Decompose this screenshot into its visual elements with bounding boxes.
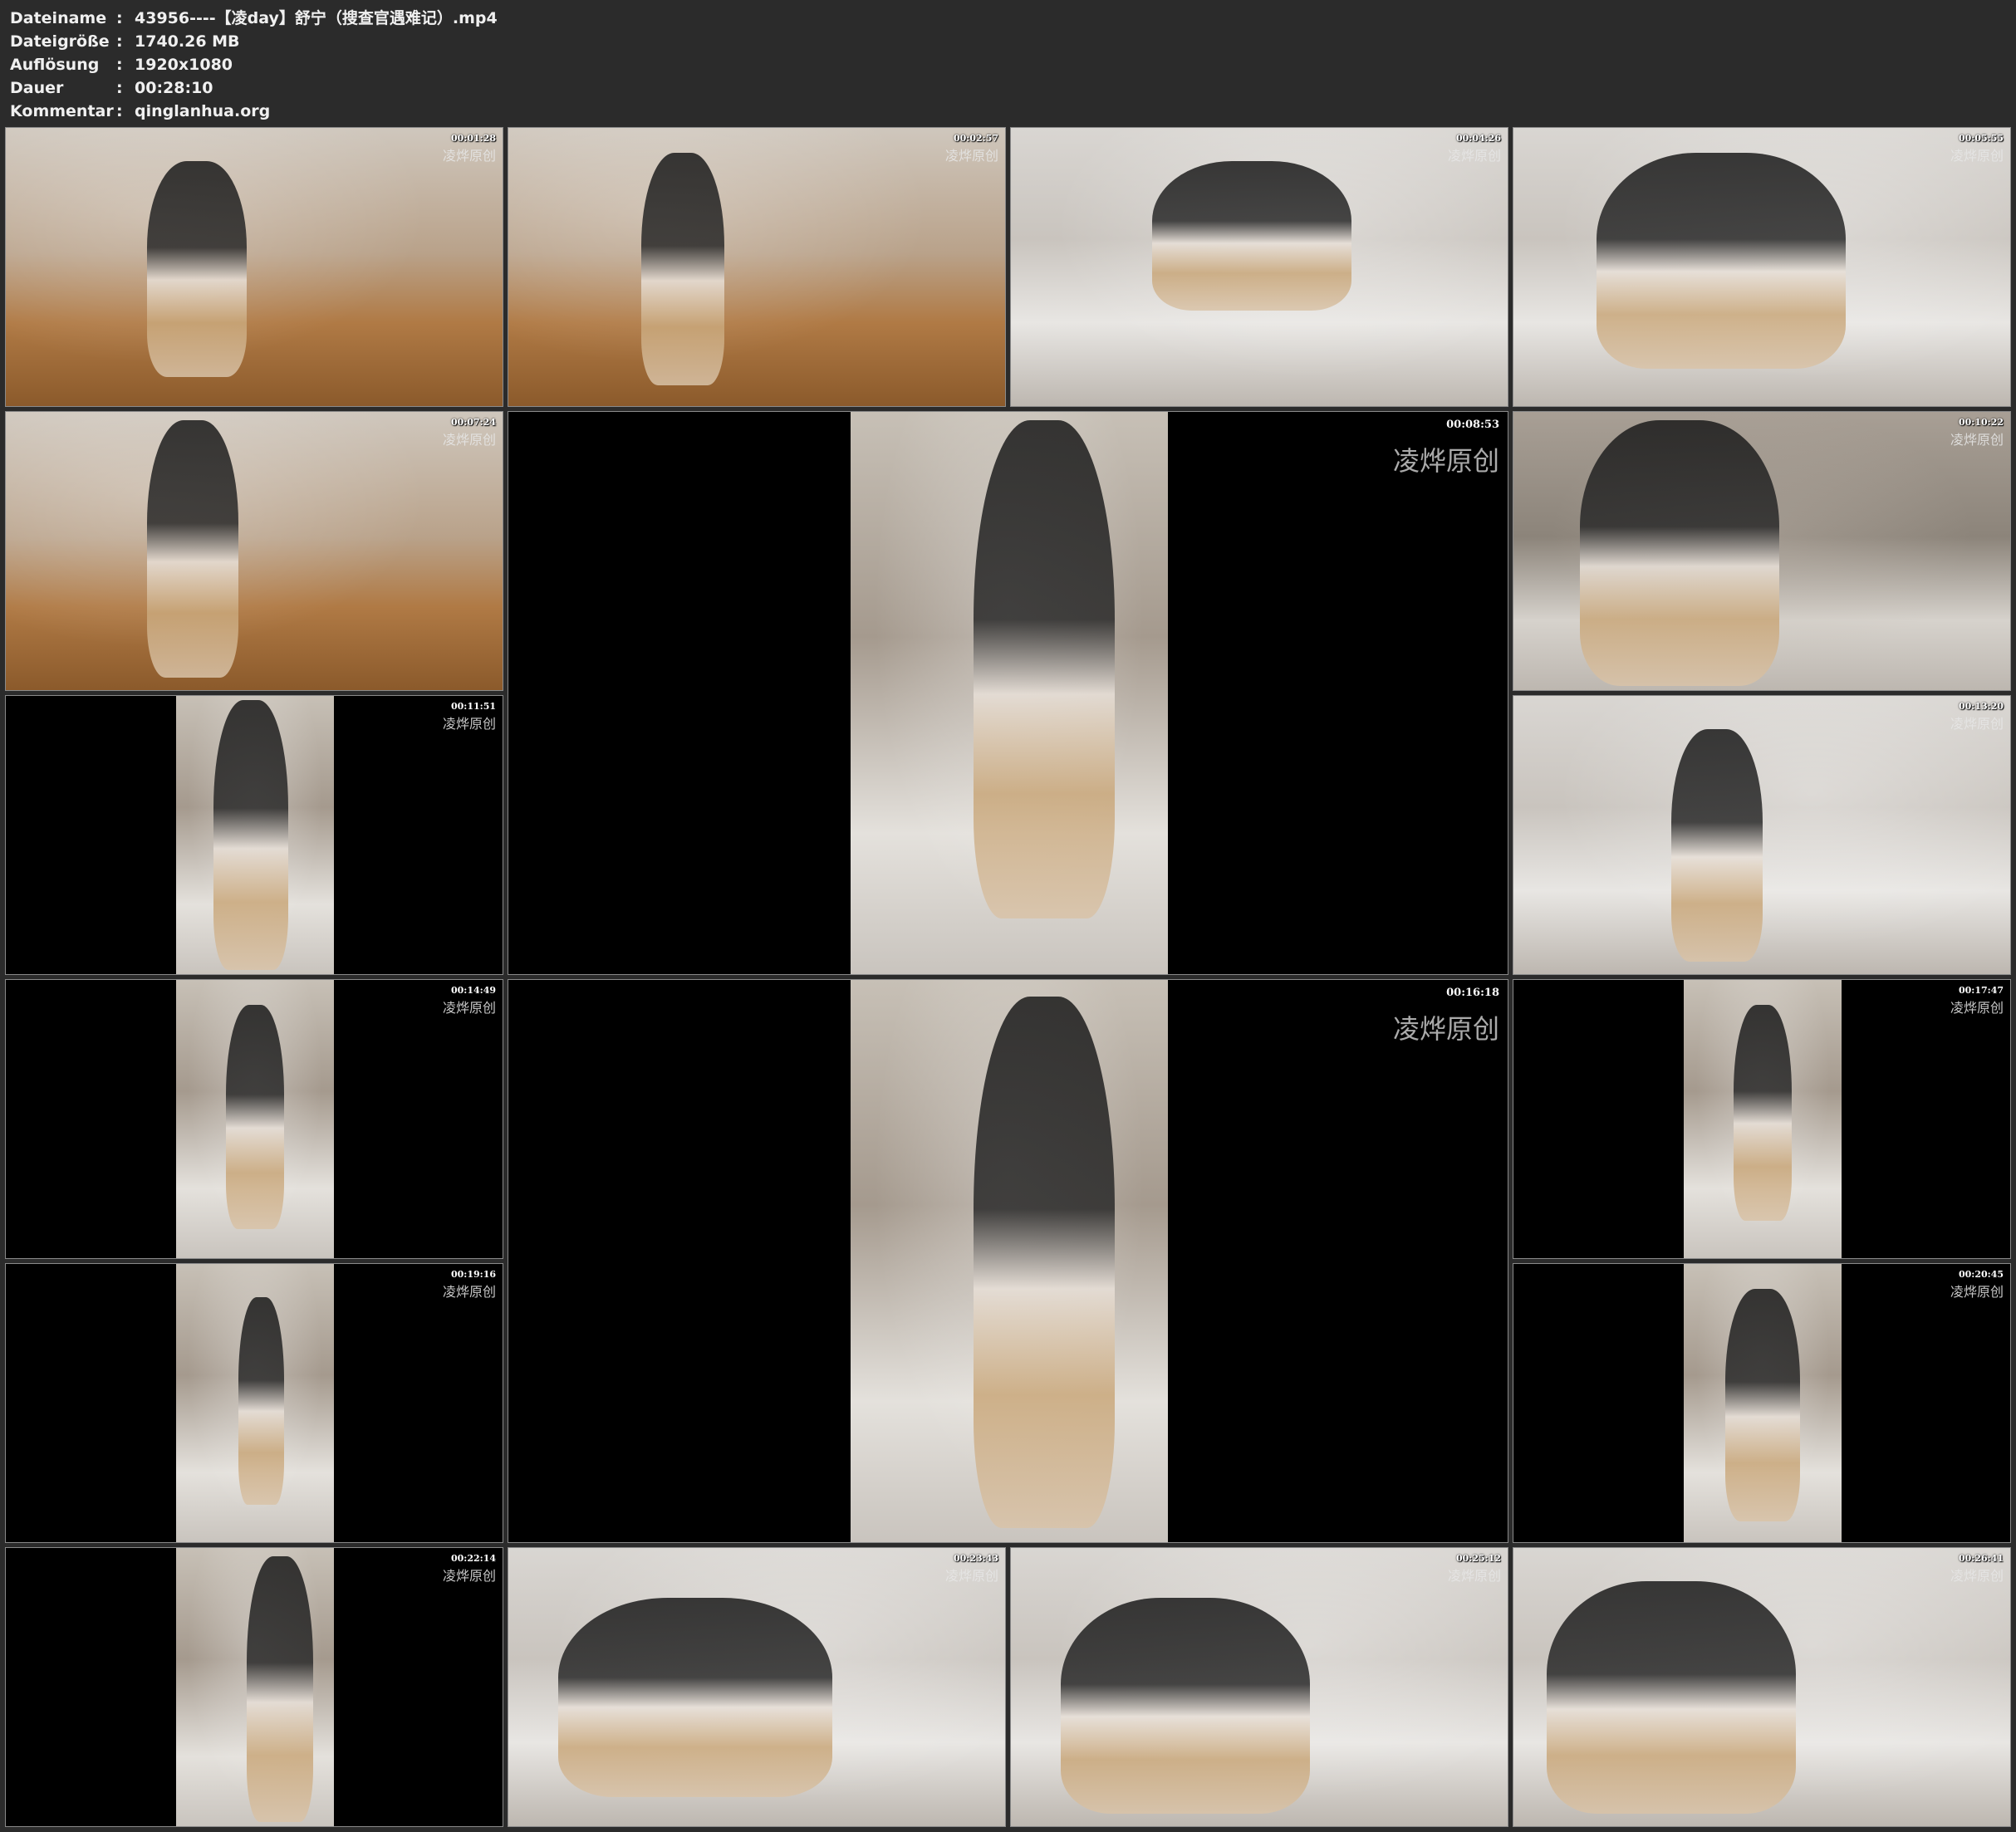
info-key: Auflösung xyxy=(10,56,100,74)
video-thumbnail[interactable]: 00:14:49 凌烨原创 xyxy=(5,979,503,1259)
video-thumbnail[interactable]: 00:23:43 凌烨原创 xyxy=(508,1547,1006,1827)
thumbnail-subject xyxy=(1725,1289,1800,1521)
timestamp-label: 00:01:28 xyxy=(450,133,496,144)
file-info-panel: Dateiname : 43956----【凌day】舒宁（搜查官遇难记）.mp… xyxy=(10,7,498,123)
watermark-label: 凌烨原创 xyxy=(1447,148,1501,164)
timestamp-label: 00:05:55 xyxy=(1958,133,2004,144)
thumbnail-subject xyxy=(974,997,1115,1528)
video-thumbnail[interactable]: 00:13:20 凌烨原创 xyxy=(1513,695,2011,975)
info-value-filename: 43956----【凌day】舒宁（搜查官遇难记）.mp4 xyxy=(135,9,498,27)
video-thumbnail[interactable]: 00:10:22 凌烨原创 xyxy=(1513,411,2011,691)
timestamp-label: 00:26:41 xyxy=(1958,1553,2004,1564)
thumbnail-subject xyxy=(1671,729,1763,962)
video-thumbnail[interactable]: 00:16:18 凌烨原创 xyxy=(508,979,1508,1543)
info-value-comment: qinglanhua.org xyxy=(135,102,271,120)
timestamp-label: 00:14:49 xyxy=(450,985,496,996)
watermark-label: 凌烨原创 xyxy=(1392,445,1499,477)
info-separator: : xyxy=(116,102,123,120)
thumbnail-subject xyxy=(247,1556,313,1822)
video-thumbnail[interactable]: 00:08:53 凌烨原创 xyxy=(508,411,1508,975)
info-row-comment: Kommentar : qinglanhua.org xyxy=(10,100,498,123)
video-thumbnail[interactable]: 00:11:51 凌烨原创 xyxy=(5,695,503,975)
info-separator: : xyxy=(116,79,123,97)
thumbnail-image xyxy=(6,128,503,406)
thumbnail-subject xyxy=(1547,1581,1796,1814)
info-value-filesize: 1740.26 MB xyxy=(135,32,240,51)
watermark-label: 凌烨原创 xyxy=(1950,716,2004,732)
watermark-label: 凌烨原创 xyxy=(944,1568,998,1584)
watermark-label: 凌烨原创 xyxy=(1950,1000,2004,1016)
info-row-resolution: Auflösung : 1920x1080 xyxy=(10,53,498,76)
thumbnail-subject xyxy=(147,161,247,377)
info-key: Dateigröße xyxy=(10,32,110,51)
watermark-label: 凌烨原创 xyxy=(944,148,998,164)
watermark-label: 凌烨原创 xyxy=(442,432,496,448)
timestamp-label: 00:22:14 xyxy=(450,1553,496,1564)
video-thumbnail[interactable]: 00:25:12 凌烨原创 xyxy=(1010,1547,1508,1827)
info-separator: : xyxy=(116,32,123,51)
timestamp-label: 00:07:24 xyxy=(450,417,496,428)
info-value-duration: 00:28:10 xyxy=(135,79,213,97)
timestamp-label: 00:02:57 xyxy=(953,133,998,144)
thumbnail-subject xyxy=(974,420,1115,918)
timestamp-label: 00:17:47 xyxy=(1958,985,2004,996)
video-thumbnail[interactable]: 00:05:55 凌烨原创 xyxy=(1513,127,2011,407)
watermark-label: 凌烨原创 xyxy=(1447,1568,1501,1584)
timestamp-label: 00:04:26 xyxy=(1455,133,1501,144)
watermark-label: 凌烨原创 xyxy=(442,1568,496,1584)
watermark-label: 凌烨原创 xyxy=(1950,148,2004,164)
info-key: Dateiname xyxy=(10,9,107,27)
video-thumbnail[interactable]: 00:22:14 凌烨原创 xyxy=(5,1547,503,1827)
watermark-label: 凌烨原创 xyxy=(1950,1284,2004,1300)
thumbnail-image xyxy=(508,128,1005,406)
timestamp-label: 00:13:20 xyxy=(1958,701,2004,712)
video-thumbnail[interactable]: 00:04:26 凌烨原创 xyxy=(1010,127,1508,407)
video-thumbnail[interactable]: 00:20:45 凌烨原创 xyxy=(1513,1263,2011,1543)
watermark-label: 凌烨原创 xyxy=(1950,1568,2004,1584)
video-thumbnail[interactable]: 00:17:47 凌烨原创 xyxy=(1513,979,2011,1259)
info-separator: : xyxy=(116,56,123,74)
timestamp-label: 00:11:51 xyxy=(450,701,496,712)
thumbnail-subject xyxy=(1061,1598,1310,1814)
watermark-label: 凌烨原创 xyxy=(1392,1013,1499,1045)
thumbnail-subject xyxy=(1152,161,1351,311)
watermark-label: 凌烨原创 xyxy=(1950,432,2004,448)
info-row-filesize: Dateigröße : 1740.26 MB xyxy=(10,30,498,53)
watermark-label: 凌烨原创 xyxy=(442,1000,496,1016)
info-value-resolution: 1920x1080 xyxy=(135,56,233,74)
thumbnail-subject xyxy=(213,700,288,970)
video-thumbnail[interactable]: 00:26:41 凌烨原创 xyxy=(1513,1547,2011,1827)
timestamp-label: 00:25:12 xyxy=(1455,1553,1501,1564)
thumbnail-subject xyxy=(558,1598,832,1797)
timestamp-label: 00:10:22 xyxy=(1958,417,2004,428)
thumbnail-subject xyxy=(1597,153,1846,369)
watermark-label: 凌烨原创 xyxy=(442,148,496,164)
info-separator: : xyxy=(116,9,123,27)
video-thumbnail[interactable]: 00:19:16 凌烨原创 xyxy=(5,1263,503,1543)
video-thumbnail[interactable]: 00:02:57 凌烨原创 xyxy=(508,127,1006,407)
timestamp-label: 00:08:53 xyxy=(1446,419,1499,431)
info-key: Dauer xyxy=(10,79,64,97)
video-thumbnail[interactable]: 00:01:28 凌烨原创 xyxy=(5,127,503,407)
timestamp-label: 00:20:45 xyxy=(1958,1269,2004,1280)
info-row-duration: Dauer : 00:28:10 xyxy=(10,76,498,100)
timestamp-label: 00:23:43 xyxy=(953,1553,998,1564)
thumbnail-subject xyxy=(1734,1005,1792,1221)
thumbnail-subject xyxy=(226,1005,284,1229)
thumbnail-subject xyxy=(641,153,724,385)
timestamp-label: 00:19:16 xyxy=(450,1269,496,1280)
thumbnail-subject xyxy=(1580,420,1779,686)
watermark-label: 凌烨原创 xyxy=(442,1284,496,1300)
video-thumbnail[interactable]: 00:07:24 凌烨原创 xyxy=(5,411,503,691)
info-key: Kommentar xyxy=(10,102,114,120)
info-row-filename: Dateiname : 43956----【凌day】舒宁（搜查官遇难记）.mp… xyxy=(10,7,498,30)
watermark-label: 凌烨原创 xyxy=(442,716,496,732)
thumbnail-subject xyxy=(238,1297,284,1505)
timestamp-label: 00:16:18 xyxy=(1446,987,1499,999)
thumbnail-image xyxy=(6,412,503,690)
thumbnail-subject xyxy=(147,420,238,678)
